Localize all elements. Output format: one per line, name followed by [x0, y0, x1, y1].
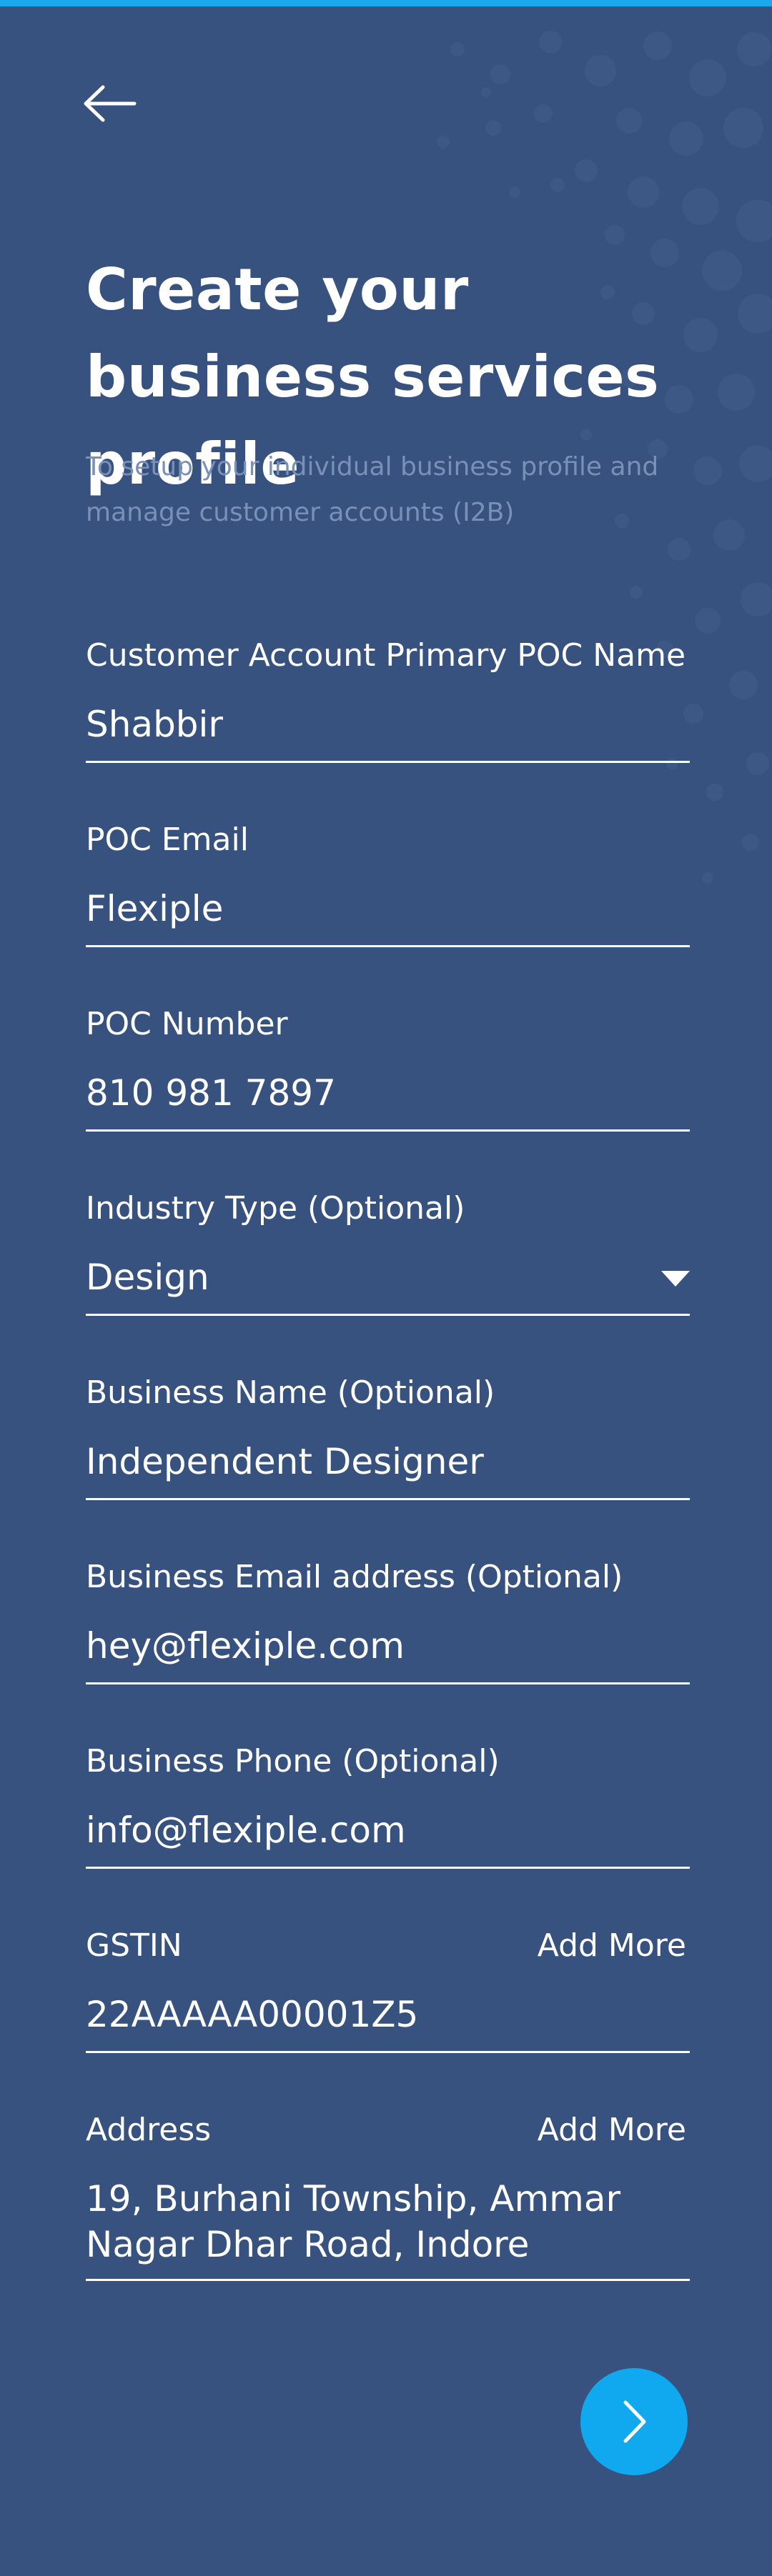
next-button[interactable]: [580, 2368, 688, 2475]
field-label: Industry Type (Optional): [86, 1190, 465, 1227]
field-underline: [86, 1682, 690, 1684]
field-underline: [86, 761, 690, 763]
field-label: POC Email: [86, 822, 249, 858]
business-name-field[interactable]: Business Name (Optional) Independent Des…: [86, 1373, 690, 1502]
field-underline: [86, 1867, 690, 1869]
field-label: Business Name (Optional): [86, 1374, 495, 1411]
field-underline: [86, 2051, 690, 2053]
caret-down-icon[interactable]: [661, 1271, 690, 1287]
business-phone-input[interactable]: info@flexiple.com: [86, 1807, 672, 1853]
poc-name-input[interactable]: Shabbir: [86, 702, 672, 747]
back-button[interactable]: [79, 79, 143, 129]
industry-type-dropdown[interactable]: Industry Type (Optional) Design: [86, 1189, 690, 1317]
poc-number-input[interactable]: 810 981 7897: [86, 1070, 672, 1116]
arrow-left-icon: [84, 85, 137, 122]
chevron-right-icon: [623, 2400, 646, 2443]
field-label: Business Email address (Optional): [86, 1559, 623, 1595]
field-underline: [86, 1498, 690, 1500]
poc-email-field[interactable]: POC Email Flexiple: [86, 820, 690, 949]
address-add-more-link[interactable]: Add More: [538, 2110, 686, 2150]
poc-name-field[interactable]: Customer Account Primary POC Name Shabbi…: [86, 636, 690, 764]
top-accent-strip: [0, 0, 772, 6]
page-subtitle: To setup your individual business profil…: [86, 452, 659, 527]
field-label: GSTIN: [86, 1927, 182, 1964]
field-label: Customer Account Primary POC Name: [86, 637, 686, 674]
poc-email-input[interactable]: Flexiple: [86, 886, 672, 932]
field-underline: [86, 945, 690, 947]
business-phone-field[interactable]: Business Phone (Optional) info@flexiple.…: [86, 1742, 690, 1870]
gstin-input[interactable]: 22AAAAA00001Z5: [86, 1992, 672, 2037]
address-field[interactable]: Address Add More 19, Burhani Township, A…: [86, 2110, 690, 2282]
address-input[interactable]: 19, Burhani Township, Ammar Nagar Dhar R…: [86, 2176, 672, 2267]
field-label: POC Number: [86, 1006, 288, 1042]
business-email-field[interactable]: Business Email address (Optional) hey@fl…: [86, 1557, 690, 1686]
poc-number-field[interactable]: POC Number 810 981 7897: [86, 1004, 690, 1133]
industry-type-select[interactable]: Design: [86, 1254, 672, 1300]
field-underline: [86, 1129, 690, 1132]
field-label: Address: [86, 2112, 212, 2148]
gstin-field[interactable]: GSTIN Add More 22AAAAA00001Z5: [86, 1926, 690, 2055]
business-name-input[interactable]: Independent Designer: [86, 1439, 672, 1484]
field-underline: [86, 1314, 690, 1316]
field-label: Business Phone (Optional): [86, 1743, 500, 1779]
business-email-input[interactable]: hey@flexiple.com: [86, 1623, 672, 1669]
gstin-add-more-link[interactable]: Add More: [538, 1926, 686, 1966]
field-underline: [86, 2279, 690, 2281]
